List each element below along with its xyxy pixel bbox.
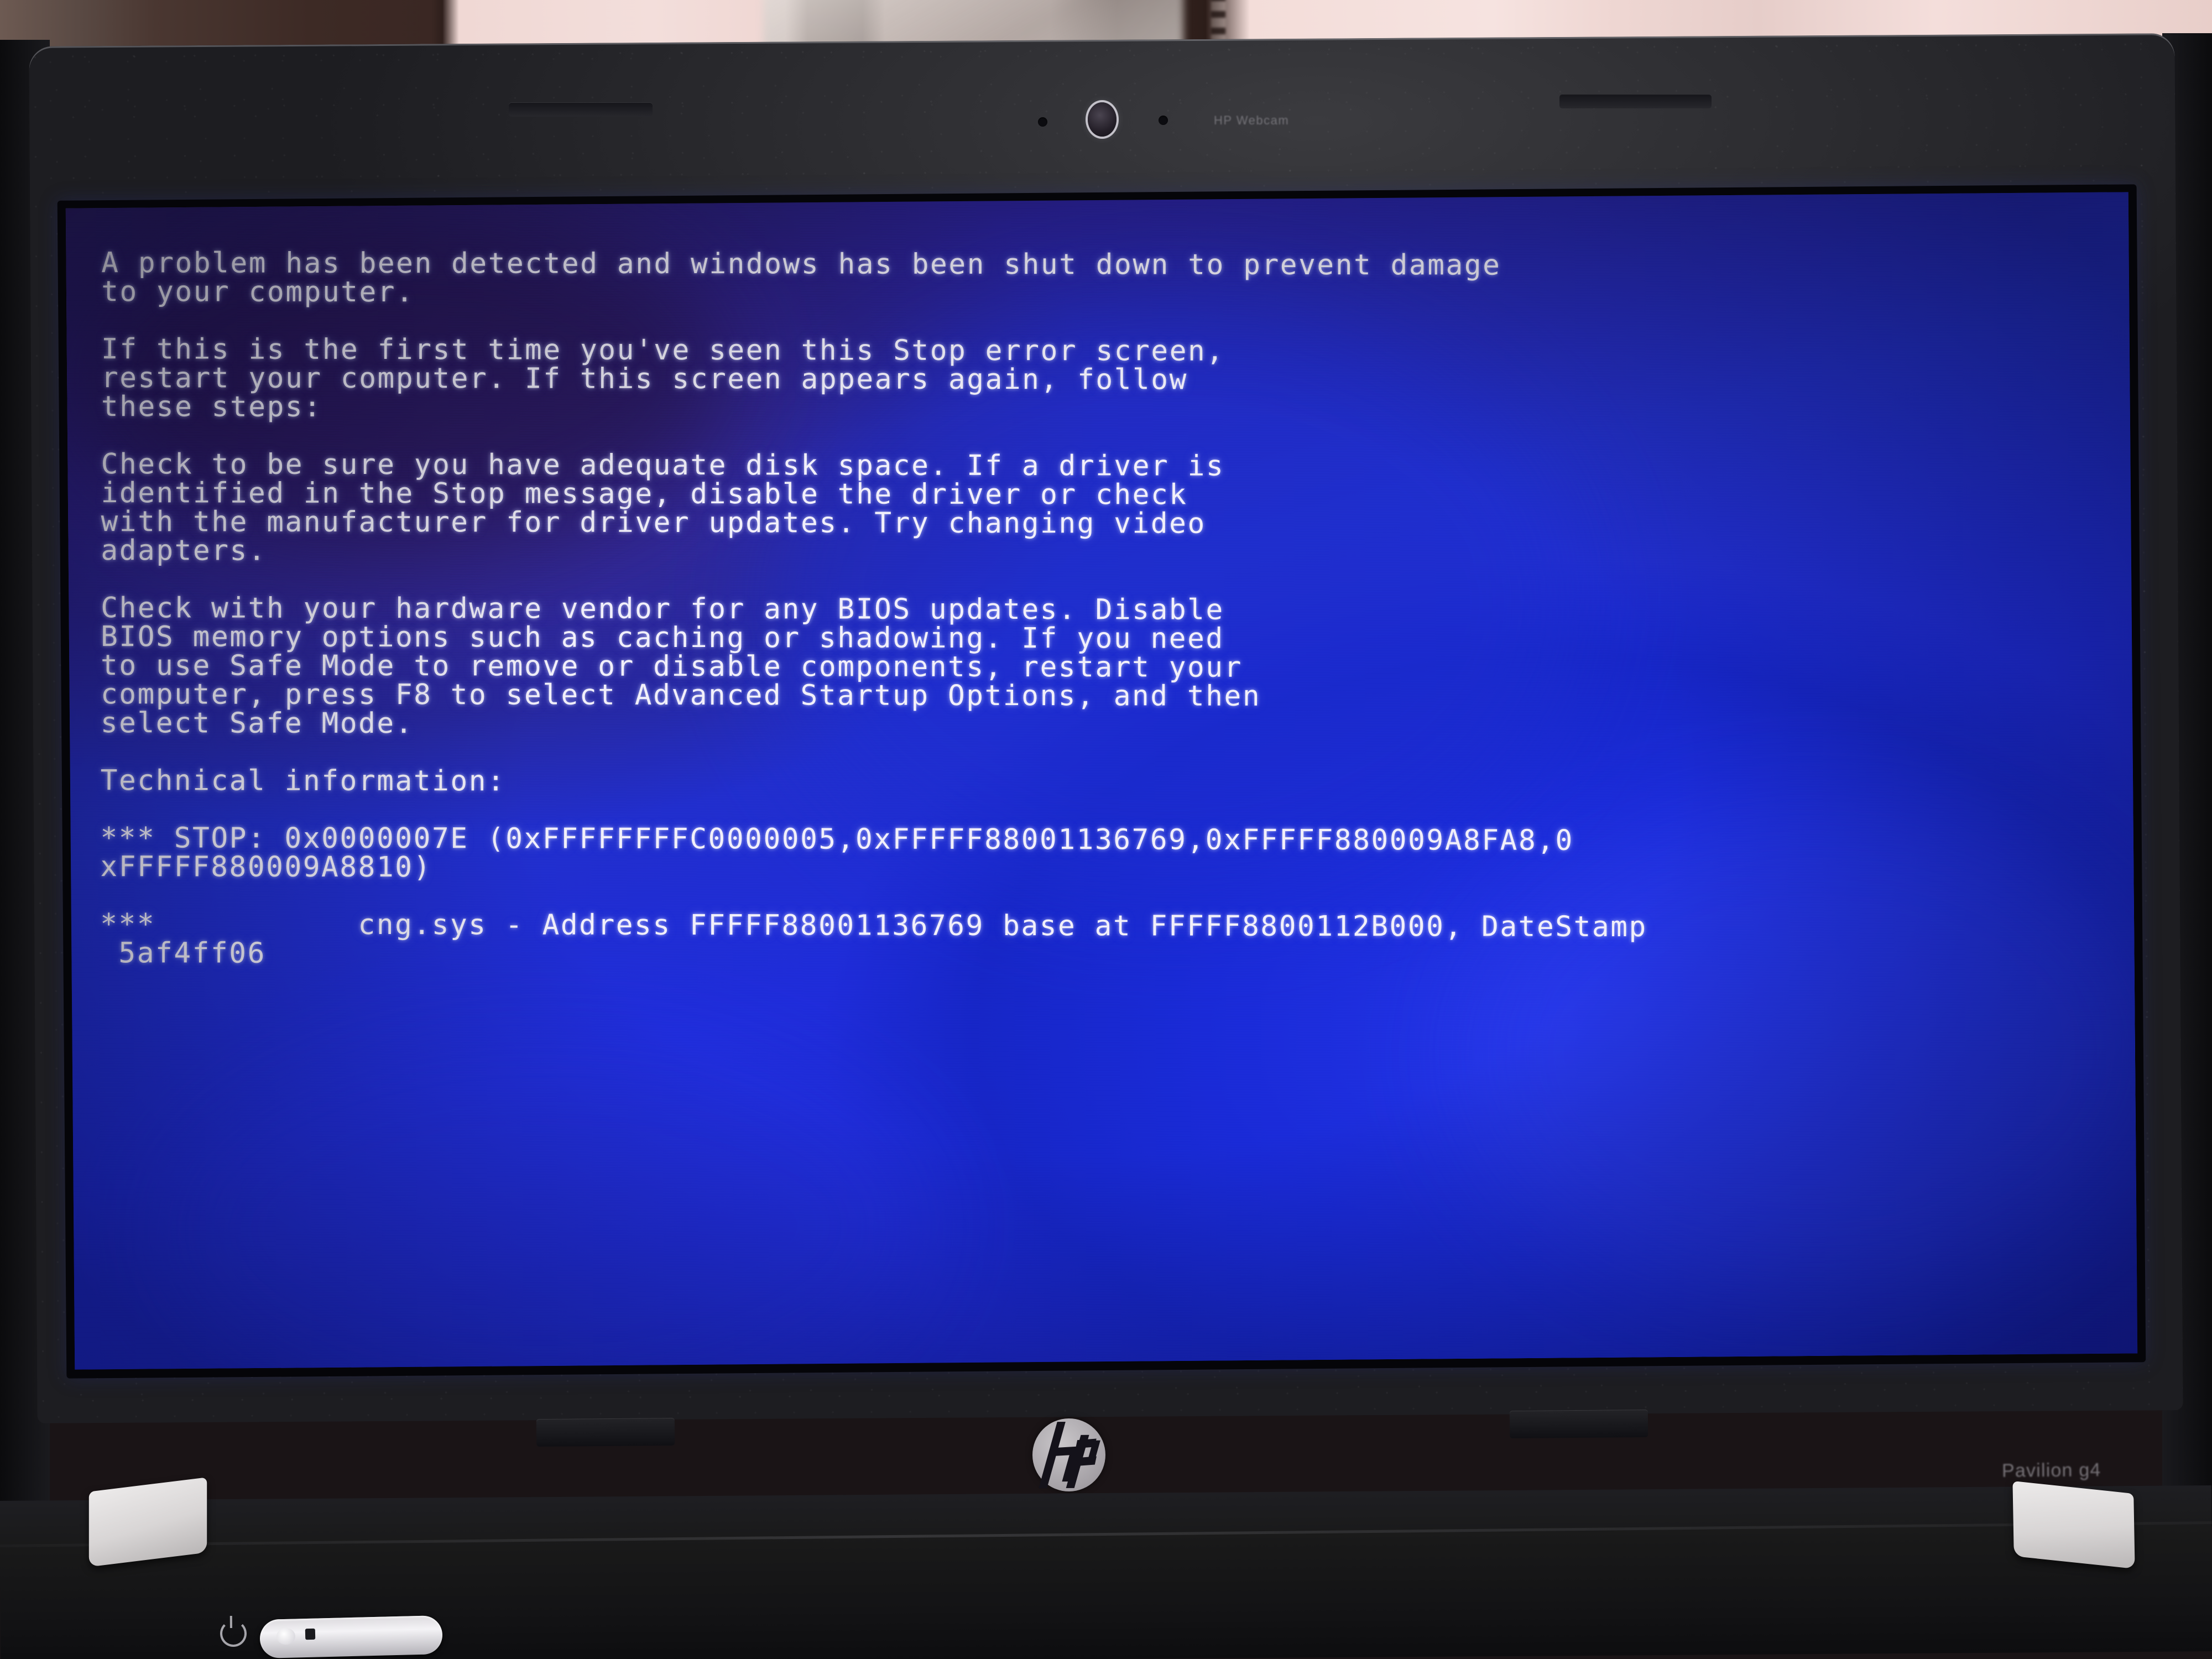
power-icon	[220, 1620, 247, 1647]
bsod-line: these steps:	[101, 390, 322, 424]
bsod-paragraph-disk-space: Check to be sure you have adequate disk …	[101, 448, 2137, 568]
microphone-hole-right	[1159, 116, 1168, 125]
hinge-cover-right	[2012, 1481, 2135, 1569]
bsod-line: Technical information:	[100, 764, 506, 798]
bsod-paragraph-bios: Check with your hardware vendor for any …	[100, 592, 2137, 741]
hp-logo-icon	[1032, 1418, 1106, 1492]
bezel-vent-right	[1559, 94, 1712, 108]
bsod-screen: A problem has been detected and windows …	[65, 192, 2138, 1370]
laptop-photo-scene: HP Webcam A problem has been detected an…	[0, 0, 2212, 1659]
bsod-line: xFFFFF880009A8810)	[100, 851, 432, 884]
bsod-line: adapters.	[101, 534, 267, 567]
hinge-cover-left	[88, 1477, 207, 1567]
webcam-label: HP Webcam	[1214, 113, 1290, 127]
bezel-vent-left	[509, 102, 653, 117]
bsod-paragraph-first-time: If this is the first time you've seen th…	[101, 333, 2137, 425]
bsod-message-text: A problem has been detected and windows …	[100, 247, 2138, 1000]
bsod-paragraph-technical-heading: Technical information:	[100, 764, 2138, 799]
bsod-line: *** cng.sys - Address FFFFF88001136769 b…	[100, 908, 1647, 944]
bsod-line: restart your computer. If this screen ap…	[101, 362, 1188, 397]
bsod-paragraph-stop-code: *** STOP: 0x0000007E (0xFFFFFFFFC0000005…	[100, 822, 2137, 885]
bsod-paragraph-intro: A problem has been detected and windows …	[101, 247, 2137, 310]
bsod-line: select Safe Mode.	[100, 707, 414, 740]
bsod-line: 5af4ff06	[100, 937, 266, 970]
model-label: Pavilion g4	[2001, 1459, 2101, 1481]
microphone-hole-left	[1038, 117, 1047, 127]
lid-rubber-foot-right	[1509, 1409, 1648, 1439]
bsod-line: with the manufacturer for driver updates…	[101, 505, 1206, 540]
lid-rubber-foot-left	[536, 1417, 675, 1447]
screen-glare-d	[155, 1031, 933, 1370]
laptop-screen-frame: A problem has been detected and windows …	[57, 184, 2146, 1379]
webcam-icon	[1088, 102, 1117, 137]
bsod-paragraph-driver-info: *** cng.sys - Address FFFFF88001136769 b…	[100, 908, 2137, 971]
power-button-notch	[305, 1628, 316, 1640]
bsod-line: to your computer.	[101, 275, 415, 309]
